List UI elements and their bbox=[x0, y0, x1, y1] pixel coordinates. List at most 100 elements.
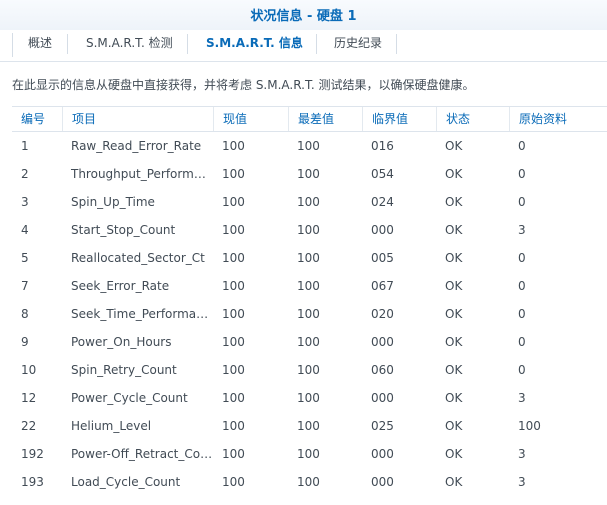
id-cell: 22 bbox=[21, 419, 37, 433]
worst-cell: 100 bbox=[297, 223, 320, 237]
id-cell: 1 bbox=[21, 139, 29, 153]
tab-separator bbox=[12, 33, 13, 57]
threshold-cell: 024 bbox=[371, 195, 394, 209]
id-cell: 10 bbox=[21, 363, 37, 377]
tab-separator bbox=[316, 34, 317, 54]
table-row[interactable]: 7 Seek_Error_Rate 100 100 067 OK 0 bbox=[12, 272, 607, 300]
table-row[interactable]: 10 Spin_Retry_Count 100 100 060 OK 0 bbox=[12, 356, 607, 384]
tab-smart-info[interactable]: S.M.A.R.T. 信息 bbox=[192, 30, 317, 58]
table-row[interactable]: 2 Throughput_Performance 100 100 054 OK 0 bbox=[12, 160, 607, 188]
status-cell: OK bbox=[445, 419, 463, 433]
threshold-cell: 000 bbox=[371, 391, 394, 405]
smart-table: 编号 项目 现值 最差值 临界值 状态 原始资料 1 Raw_Read_Error… bbox=[12, 106, 607, 496]
table-row[interactable]: 4 Start_Stop_Count 100 100 000 OK 3 bbox=[12, 216, 607, 244]
status-cell: OK bbox=[445, 279, 463, 293]
status-cell: OK bbox=[445, 447, 463, 461]
raw-data-cell: 3 bbox=[518, 475, 526, 489]
attribute-cell: Throughput_Performance bbox=[71, 167, 213, 181]
table-row[interactable]: 3 Spin_Up_Time 100 100 024 OK 0 bbox=[12, 188, 607, 216]
status-cell: OK bbox=[445, 391, 463, 405]
current-cell: 100 bbox=[222, 391, 245, 405]
current-cell: 100 bbox=[222, 307, 245, 321]
threshold-cell: 060 bbox=[371, 363, 394, 377]
current-cell: 100 bbox=[222, 419, 245, 433]
id-cell: 4 bbox=[21, 223, 29, 237]
worst-cell: 100 bbox=[297, 335, 320, 349]
attribute-cell: Raw_Read_Error_Rate bbox=[71, 139, 202, 153]
raw-data-cell: 0 bbox=[518, 335, 526, 349]
raw-data-cell: 0 bbox=[518, 251, 526, 265]
worst-cell: 100 bbox=[297, 139, 320, 153]
table-row[interactable]: 12 Power_Cycle_Count 100 100 000 OK 3 bbox=[12, 384, 607, 412]
table-row[interactable]: 8 Seek_Time_Performance 100 100 020 OK 0 bbox=[12, 300, 607, 328]
current-cell: 100 bbox=[222, 279, 245, 293]
table-row[interactable]: 192 Power-Off_Retract_Count 100 100 000 OK 3 bbox=[12, 440, 607, 468]
table-row[interactable]: 5 Reallocated_Sector_Ct 100 100 005 OK 0 bbox=[12, 244, 607, 272]
status-cell: OK bbox=[445, 139, 463, 153]
id-cell: 2 bbox=[21, 167, 29, 181]
worst-cell: 100 bbox=[297, 447, 320, 461]
column-header-threshold[interactable]: 临界值 bbox=[362, 107, 436, 131]
tab-history[interactable]: 历史纪录 bbox=[320, 30, 396, 58]
raw-data-cell: 0 bbox=[518, 307, 526, 321]
raw-data-cell: 3 bbox=[518, 223, 526, 237]
threshold-cell: 000 bbox=[371, 335, 394, 349]
id-cell: 7 bbox=[21, 279, 29, 293]
attribute-cell: Reallocated_Sector_Ct bbox=[71, 251, 205, 265]
threshold-cell: 000 bbox=[371, 475, 394, 489]
current-cell: 100 bbox=[222, 167, 245, 181]
worst-cell: 100 bbox=[297, 419, 320, 433]
column-header-status[interactable]: 状态 bbox=[436, 107, 509, 131]
attribute-cell: Seek_Time_Performance bbox=[71, 307, 213, 321]
raw-data-cell: 0 bbox=[518, 279, 526, 293]
status-cell: OK bbox=[445, 251, 463, 265]
worst-cell: 100 bbox=[297, 279, 320, 293]
current-cell: 100 bbox=[222, 335, 245, 349]
attribute-cell: Power-Off_Retract_Count bbox=[71, 447, 213, 461]
current-cell: 100 bbox=[222, 195, 245, 209]
current-cell: 100 bbox=[222, 363, 245, 377]
current-cell: 100 bbox=[222, 447, 245, 461]
tab-separator bbox=[396, 34, 397, 54]
status-cell: OK bbox=[445, 223, 463, 237]
attribute-cell: Spin_Retry_Count bbox=[71, 363, 177, 377]
threshold-cell: 025 bbox=[371, 419, 394, 433]
attribute-cell: Load_Cycle_Count bbox=[71, 475, 181, 489]
table-header: 编号 项目 现值 最差值 临界值 状态 原始资料 bbox=[12, 106, 607, 132]
attribute-cell: Power_Cycle_Count bbox=[71, 391, 188, 405]
tab-smart-test[interactable]: S.M.A.R.T. 检测 bbox=[72, 30, 187, 58]
status-cell: OK bbox=[445, 307, 463, 321]
column-header-worst[interactable]: 最差值 bbox=[288, 107, 362, 131]
column-header-attribute[interactable]: 项目 bbox=[62, 107, 213, 131]
table-row[interactable]: 9 Power_On_Hours 100 100 000 OK 0 bbox=[12, 328, 607, 356]
tab-overview[interactable]: 概述 bbox=[14, 30, 66, 58]
id-cell: 193 bbox=[21, 475, 44, 489]
description-text: 在此显示的信息从硬盘中直接获得，并将考虑 S.M.A.R.T. 测试结果，以确保… bbox=[12, 78, 475, 92]
raw-data-cell: 0 bbox=[518, 139, 526, 153]
attribute-cell: Start_Stop_Count bbox=[71, 223, 176, 237]
status-cell: OK bbox=[445, 167, 463, 181]
column-header-raw-data[interactable]: 原始资料 bbox=[509, 107, 607, 131]
attribute-cell: Power_On_Hours bbox=[71, 335, 172, 349]
worst-cell: 100 bbox=[297, 307, 320, 321]
status-cell: OK bbox=[445, 195, 463, 209]
column-header-id[interactable]: 编号 bbox=[12, 107, 62, 131]
worst-cell: 100 bbox=[297, 391, 320, 405]
id-cell: 3 bbox=[21, 195, 29, 209]
threshold-cell: 000 bbox=[371, 223, 394, 237]
id-cell: 12 bbox=[21, 391, 37, 405]
attribute-cell: Spin_Up_Time bbox=[71, 195, 155, 209]
table-row[interactable]: 193 Load_Cycle_Count 100 100 000 OK 3 bbox=[12, 468, 607, 496]
current-cell: 100 bbox=[222, 139, 245, 153]
raw-data-cell: 0 bbox=[518, 167, 526, 181]
table-row[interactable]: 1 Raw_Read_Error_Rate 100 100 016 OK 0 bbox=[12, 132, 607, 160]
status-cell: OK bbox=[445, 335, 463, 349]
tab-separator bbox=[67, 34, 68, 54]
table-row[interactable]: 22 Helium_Level 100 100 025 OK 100 bbox=[12, 412, 607, 440]
id-cell: 192 bbox=[21, 447, 44, 461]
column-header-current[interactable]: 现值 bbox=[213, 107, 288, 131]
threshold-cell: 067 bbox=[371, 279, 394, 293]
worst-cell: 100 bbox=[297, 167, 320, 181]
threshold-cell: 005 bbox=[371, 251, 394, 265]
threshold-cell: 020 bbox=[371, 307, 394, 321]
